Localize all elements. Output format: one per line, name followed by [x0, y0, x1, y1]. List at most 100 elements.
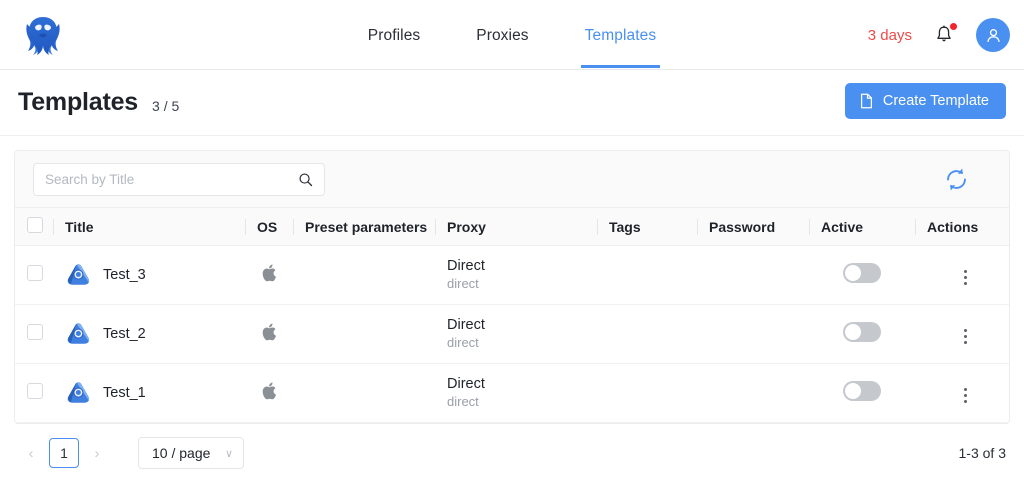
header-proxy[interactable]: Proxy [435, 207, 597, 246]
row-proxy-sub: direct [447, 275, 479, 291]
table-row[interactable]: Test_2 Direct direct [15, 304, 1009, 364]
row-proxy-main: Direct [447, 375, 485, 392]
table-head: Title OS Preset parameters Proxy Tags Pa… [15, 207, 1009, 246]
header-select-all [15, 207, 53, 246]
templates-card: Title OS Preset parameters Proxy Tags Pa… [14, 150, 1010, 424]
row-actions-cell [915, 245, 1009, 305]
row-proxy-cell: Direct direct [435, 304, 597, 364]
row-title-label: Test_3 [103, 267, 146, 283]
pagination-page-1[interactable]: 1 [49, 438, 79, 468]
top-navigation-bar: Profiles Proxies Templates 3 days [0, 0, 1024, 70]
row-os-cell [245, 304, 293, 364]
active-toggle[interactable] [843, 263, 881, 283]
user-avatar-button[interactable] [976, 18, 1010, 52]
table-body: Test_3 Direct direct Test_2 Direct direc… [15, 245, 1009, 423]
row-title-cell: Test_2 [53, 304, 245, 364]
header-os[interactable]: OS [245, 207, 293, 246]
table-header-row: Title OS Preset parameters Proxy Tags Pa… [15, 207, 1009, 246]
select-all-checkbox[interactable] [27, 217, 43, 233]
template-shield-icon [67, 263, 90, 285]
refresh-sync-icon [946, 168, 966, 190]
header-tags[interactable]: Tags [597, 207, 697, 246]
table-toolbar [15, 151, 1009, 207]
row-proxy-cell: Direct direct [435, 245, 597, 305]
pagination-next-button[interactable]: › [84, 438, 110, 468]
page-header: Templates 3 / 5 Create Template [0, 70, 1024, 136]
row-proxy-sub: direct [447, 393, 479, 409]
apple-icon [262, 264, 276, 282]
table-row[interactable]: Test_3 Direct direct [15, 245, 1009, 305]
row-preset-cell [293, 245, 435, 305]
notifications-button[interactable] [934, 23, 957, 46]
page-size-select[interactable]: 10 / page ∨ [138, 437, 244, 469]
row-preset-cell [293, 304, 435, 364]
header-actions[interactable]: Actions [915, 207, 1009, 246]
row-password-cell [697, 245, 809, 305]
row-tags-cell [597, 363, 697, 423]
row-os-cell [245, 363, 293, 423]
search-icon[interactable] [298, 172, 313, 187]
row-password-cell [697, 304, 809, 364]
more-vertical-icon[interactable] [956, 384, 975, 407]
row-select-cell [15, 304, 53, 364]
toggle-knob [845, 265, 861, 281]
more-vertical-icon[interactable] [956, 266, 975, 289]
app-logo[interactable] [8, 14, 78, 56]
nav-tab-templates[interactable]: Templates [580, 3, 660, 68]
table-row[interactable]: Test_1 Direct direct [15, 363, 1009, 423]
row-active-cell [809, 304, 915, 364]
page-size-label: 10 / page [152, 445, 211, 461]
row-title-cell: Test_1 [53, 363, 245, 423]
templates-table: Title OS Preset parameters Proxy Tags Pa… [15, 207, 1009, 423]
toggle-knob [845, 383, 861, 399]
toggle-knob [845, 324, 861, 340]
apple-icon [262, 323, 276, 341]
row-checkbox[interactable] [27, 265, 43, 281]
row-actions-cell [915, 363, 1009, 423]
nav-right-group: 3 days [868, 0, 1010, 70]
row-proxy-sub: direct [447, 334, 479, 350]
row-select-cell [15, 363, 53, 423]
pagination-range-label: 1-3 of 3 [958, 445, 1006, 461]
row-tags-cell [597, 245, 697, 305]
row-proxy-main: Direct [447, 316, 485, 333]
create-template-label: Create Template [882, 93, 989, 109]
search-box[interactable] [33, 162, 325, 196]
template-shield-icon [67, 381, 90, 403]
row-preset-cell [293, 363, 435, 423]
pagination-bar: ‹ 1 › 10 / page ∨ 1-3 of 3 [0, 424, 1024, 482]
more-vertical-icon[interactable] [956, 325, 975, 348]
row-title-label: Test_2 [103, 326, 146, 342]
notification-badge-dot [950, 23, 957, 30]
row-active-cell [809, 363, 915, 423]
search-input[interactable] [45, 171, 298, 187]
create-template-button[interactable]: Create Template [844, 83, 1006, 119]
nav-tab-proxies[interactable]: Proxies [474, 3, 530, 68]
header-password[interactable]: Password [697, 207, 809, 246]
row-proxy-cell: Direct direct [435, 363, 597, 423]
octopus-logo-icon [26, 16, 60, 55]
row-select-cell [15, 245, 53, 305]
header-title[interactable]: Title [53, 207, 245, 246]
active-toggle[interactable] [843, 381, 881, 401]
chevron-down-icon: ∨ [224, 447, 233, 460]
nav-tab-profiles[interactable]: Profiles [366, 3, 422, 68]
row-actions-cell [915, 304, 1009, 364]
header-preset-parameters[interactable]: Preset parameters [293, 207, 435, 246]
refresh-button[interactable] [941, 164, 971, 194]
row-checkbox[interactable] [27, 383, 43, 399]
pagination-prev-button[interactable]: ‹ [18, 438, 44, 468]
apple-icon [262, 382, 276, 400]
trial-days-label[interactable]: 3 days [868, 27, 912, 44]
templates-count: 3 / 5 [152, 97, 180, 114]
row-password-cell [697, 363, 809, 423]
header-active[interactable]: Active [809, 207, 915, 246]
row-checkbox[interactable] [27, 324, 43, 340]
row-tags-cell [597, 304, 697, 364]
row-title-cell: Test_3 [53, 245, 245, 305]
row-title-label: Test_1 [103, 385, 146, 401]
page-title: Templates [18, 88, 139, 116]
active-toggle[interactable] [843, 322, 881, 342]
row-proxy-main: Direct [447, 257, 485, 274]
file-plus-icon [860, 93, 872, 109]
